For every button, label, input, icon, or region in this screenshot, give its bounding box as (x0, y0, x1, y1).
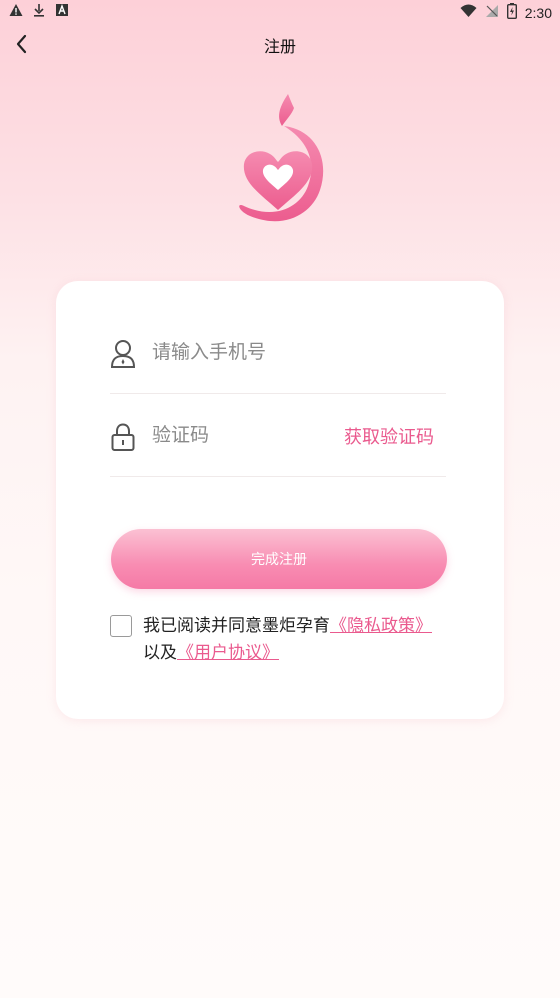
wifi-icon (460, 4, 477, 22)
page-title: 注册 (263, 37, 296, 56)
agreement-middle: 以及 (143, 643, 177, 663)
register-card: 获取验证码 完成注册 我已阅读并同意墨炬孕育《隐私政策》以及《用户协议》 (56, 281, 504, 719)
code-row: 获取验证码 (110, 394, 446, 477)
agree-checkbox[interactable] (110, 615, 132, 637)
lock-icon (110, 422, 136, 452)
verification-code-input[interactable] (152, 420, 372, 450)
phone-input[interactable] (152, 337, 372, 367)
agreement-text: 我已阅读并同意墨炬孕育《隐私政策》以及《用户协议》 (143, 613, 473, 667)
phone-row (110, 311, 446, 394)
battery-icon (506, 3, 517, 23)
status-bar: 2:30 (0, 0, 560, 26)
heart-flame-logo-icon (239, 94, 324, 222)
get-code-button[interactable]: 获取验证码 (344, 423, 434, 449)
clock-time: 2:30 (524, 5, 552, 21)
privacy-policy-link[interactable]: 《隐私政策》 (330, 616, 432, 636)
complete-registration-button[interactable]: 完成注册 (111, 529, 447, 589)
font-icon (55, 3, 69, 21)
app-logo (230, 90, 330, 230)
no-signal-icon (485, 4, 499, 22)
user-agreement-link[interactable]: 《用户协议》 (177, 643, 279, 663)
user-icon (110, 339, 136, 369)
warning-icon (9, 3, 23, 21)
download-icon (32, 3, 46, 21)
nav-bar: 注册 (0, 26, 560, 60)
agreement-prefix: 我已阅读并同意墨炬孕育 (143, 616, 330, 636)
